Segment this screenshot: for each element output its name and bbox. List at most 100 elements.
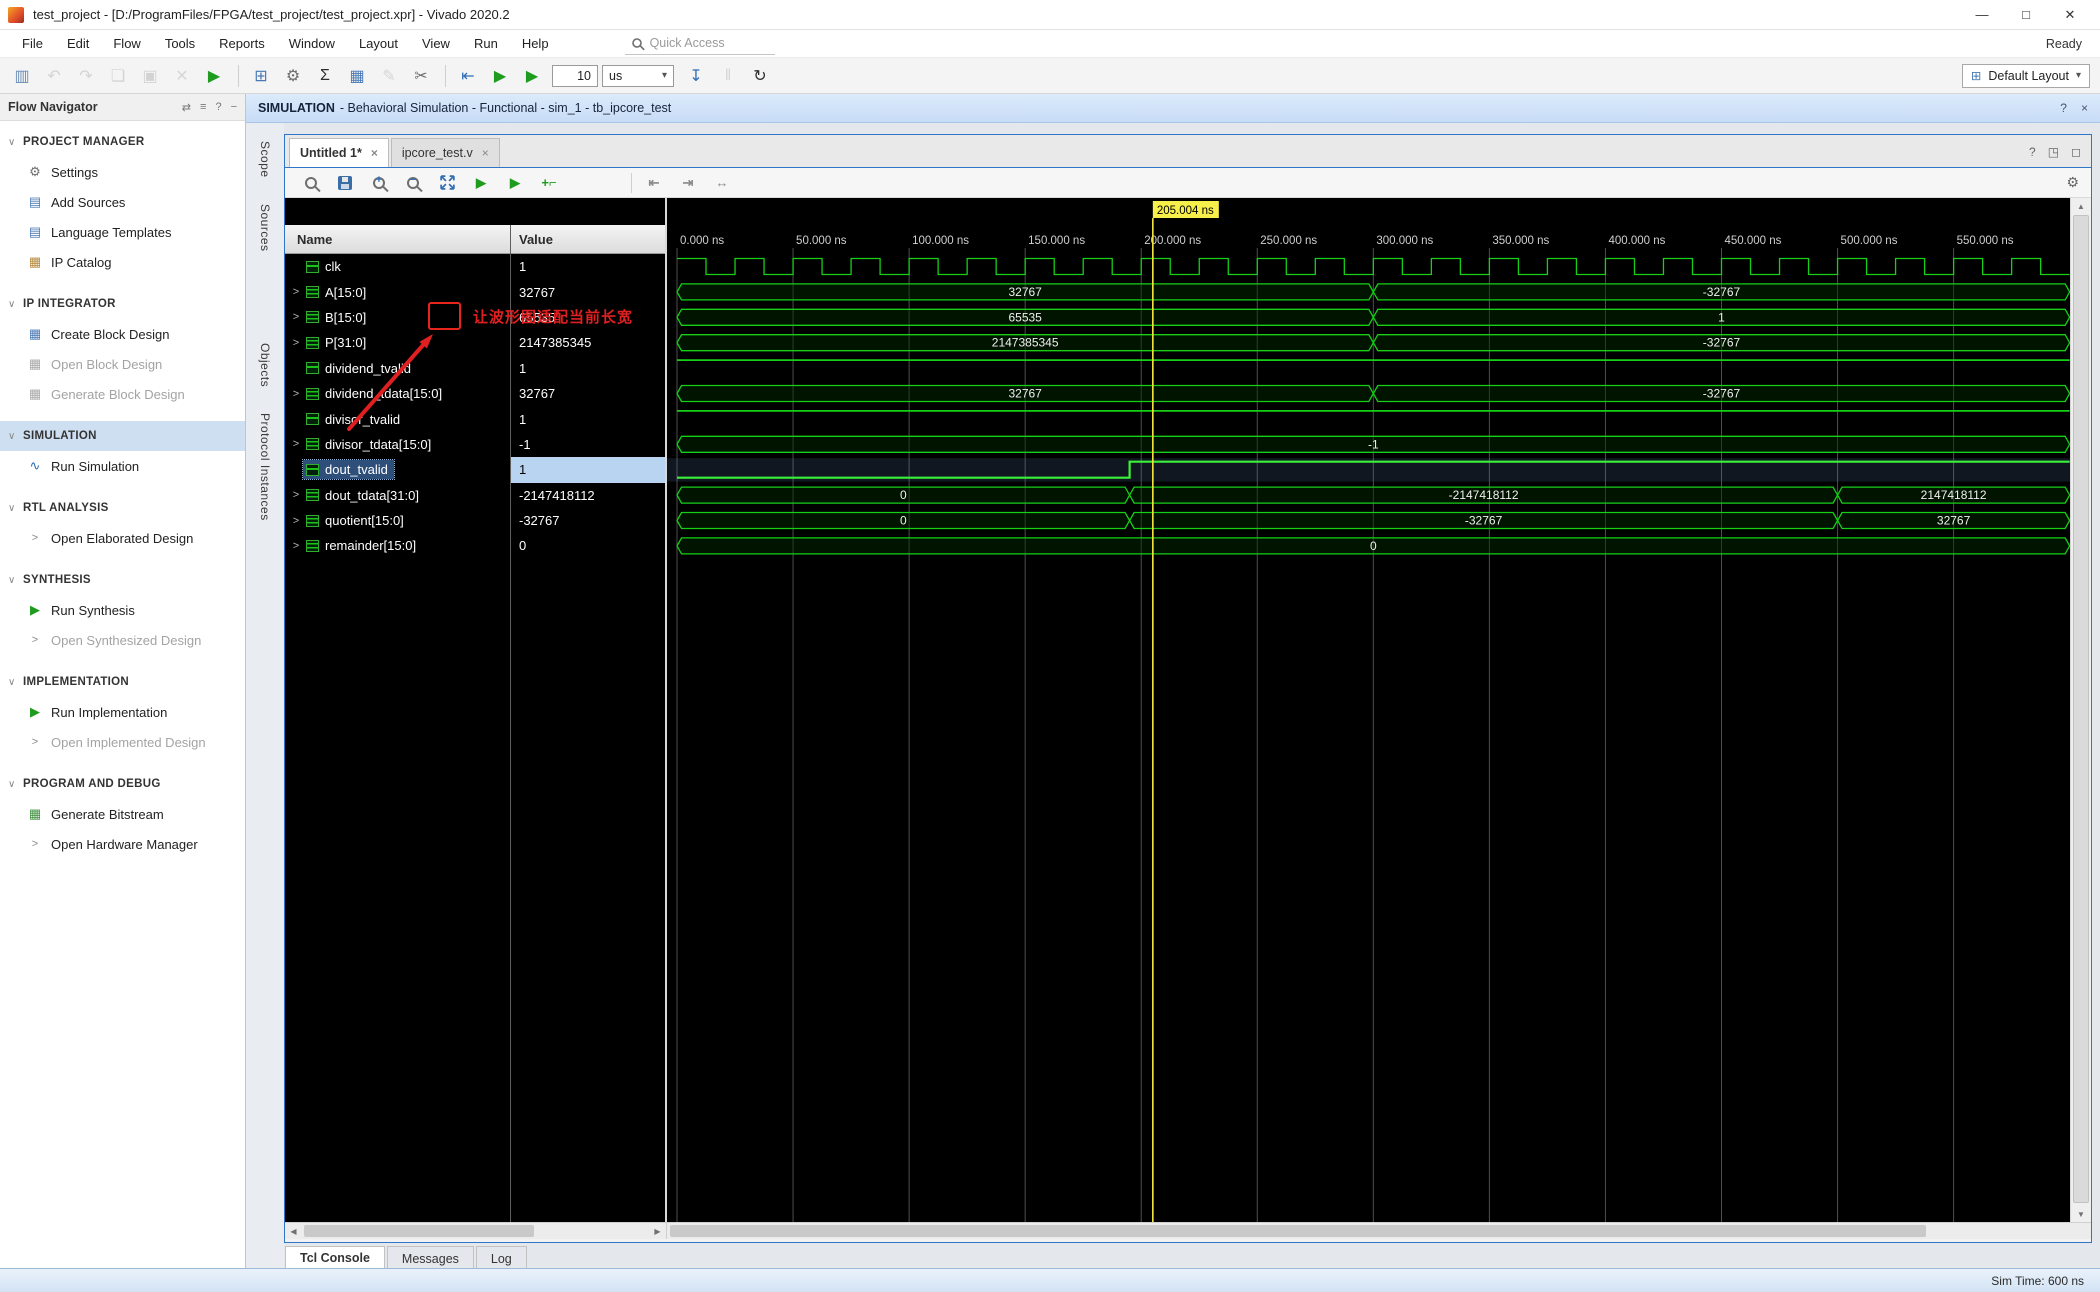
menu-tools[interactable]: Tools: [153, 32, 207, 55]
time-unit-select[interactable]: us ▾: [602, 64, 674, 87]
scroll-right-icon[interactable]: ▶: [649, 1223, 666, 1239]
menu-run[interactable]: Run: [462, 32, 510, 55]
name-hscroll-thumb[interactable]: [304, 1225, 534, 1237]
float-window-icon[interactable]: ◳: [2048, 145, 2059, 159]
name-value-divider[interactable]: [510, 225, 511, 1222]
menu-help[interactable]: Help: [510, 32, 561, 55]
dashboard-icon[interactable]: ⊞: [249, 64, 273, 88]
expand-icon[interactable]: >: [289, 337, 303, 349]
side-tab-scope[interactable]: Scope: [258, 141, 272, 178]
expand-icon[interactable]: >: [289, 388, 303, 400]
relaunch-sim-icon[interactable]: ↻: [748, 64, 772, 88]
signal-value[interactable]: 1: [511, 457, 667, 483]
scroll-left-icon[interactable]: ◀: [285, 1223, 302, 1239]
run-for-time-icon[interactable]: ▶: [520, 64, 544, 88]
menu-file[interactable]: File: [10, 32, 55, 55]
expand-icon[interactable]: >: [289, 540, 303, 552]
side-tab-protocol-instances[interactable]: Protocol Instances: [258, 413, 272, 521]
flow-item-open-hardware-manager[interactable]: > Open Hardware Manager: [0, 829, 245, 859]
scroll-up-icon[interactable]: ▲: [2071, 198, 2091, 214]
signal-value[interactable]: 2147385345: [511, 330, 667, 355]
restart-sim-icon[interactable]: ⇤: [456, 64, 480, 88]
open-project-icon[interactable]: ▥: [10, 64, 34, 88]
flow-item-generate-block-design[interactable]: ▦ Generate Block Design: [0, 379, 245, 409]
flow-section-ip-integrator[interactable]: ∨ IP INTEGRATOR: [0, 289, 245, 319]
menu-flow[interactable]: Flow: [101, 32, 152, 55]
signal-value[interactable]: 32767: [511, 381, 667, 406]
name-column-header[interactable]: Name: [285, 225, 511, 253]
zoom-to-cursor-icon[interactable]: ▶: [469, 171, 493, 195]
save-waveform-icon[interactable]: [333, 171, 357, 195]
signal-name-cell[interactable]: > A[15:0]: [285, 279, 511, 304]
next-transition-icon[interactable]: ▶: [503, 171, 527, 195]
flow-item-ip-catalog[interactable]: ▦ IP Catalog: [0, 247, 245, 277]
zoom-out-icon[interactable]: −: [401, 171, 425, 195]
signal-value[interactable]: -1: [511, 432, 667, 457]
quick-access-search[interactable]: Quick Access: [624, 33, 775, 55]
flow-item-generate-bitstream[interactable]: ▦ Generate Bitstream: [0, 799, 245, 829]
close-icon[interactable]: ×: [2081, 101, 2088, 115]
side-tab-objects[interactable]: Objects: [258, 343, 272, 387]
vertical-scrollbar[interactable]: ▲ ▼: [2070, 198, 2091, 1222]
menu-layout[interactable]: Layout: [347, 32, 410, 55]
vertical-scroll-thumb[interactable]: [2073, 215, 2089, 1203]
run-all-icon[interactable]: ▶: [488, 64, 512, 88]
name-panel-hscrollbar[interactable]: ◀ ▶: [285, 1223, 667, 1239]
maximize-panel-icon[interactable]: ◻: [2071, 145, 2081, 159]
menu-view[interactable]: View: [410, 32, 462, 55]
run-time-input[interactable]: 10: [552, 64, 598, 87]
signal-value[interactable]: -32767: [511, 508, 667, 533]
zoom-fit-icon[interactable]: [435, 171, 459, 195]
probe-icon[interactable]: ✂: [409, 64, 433, 88]
menu-edit[interactable]: Edit: [55, 32, 101, 55]
go-to-last-time-icon[interactable]: ⇥: [676, 171, 700, 195]
flow-item-language-templates[interactable]: ▤ Language Templates: [0, 217, 245, 247]
minimize-button[interactable]: —: [1960, 1, 2004, 29]
layout-grid-icon[interactable]: ▦: [345, 64, 369, 88]
flow-section-project-manager[interactable]: ∨ PROJECT MANAGER: [0, 127, 245, 157]
flow-item-open-block-design[interactable]: ▦ Open Block Design: [0, 349, 245, 379]
flow-item-run-simulation[interactable]: ∿ Run Simulation: [0, 451, 245, 481]
signal-value[interactable]: -2147418112: [511, 483, 667, 508]
expand-icon[interactable]: >: [289, 489, 303, 501]
signal-value[interactable]: 1: [511, 406, 667, 431]
signal-value[interactable]: 32767: [511, 279, 667, 304]
signal-value[interactable]: 1: [511, 254, 667, 279]
flow-item-settings[interactable]: ⚙ Settings: [0, 157, 245, 187]
close-button[interactable]: ✕: [2048, 1, 2092, 29]
add-marker-icon[interactable]: +⌐: [537, 171, 561, 195]
settings-icon[interactable]: ⚙: [281, 64, 305, 88]
flow-section-synthesis[interactable]: ∨ SYNTHESIS: [0, 565, 245, 595]
menu-reports[interactable]: Reports: [207, 32, 277, 55]
signal-value[interactable]: 0: [511, 533, 667, 558]
flow-item-add-sources[interactable]: ▤ Add Sources: [0, 187, 245, 217]
wave-settings-gear-icon[interactable]: ⚙: [2066, 174, 2079, 191]
search-icon[interactable]: [299, 171, 323, 195]
layout-selector[interactable]: ⊞ Default Layout ▾: [1961, 63, 2090, 88]
close-tab-icon[interactable]: ×: [482, 146, 489, 160]
expand-icon[interactable]: >: [289, 286, 303, 298]
flow-section-rtl-analysis[interactable]: ∨ RTL ANALYSIS: [0, 493, 245, 523]
run-icon[interactable]: ▶: [202, 64, 226, 88]
flow-navigator-header-icon-3[interactable]: −: [231, 101, 237, 114]
flow-navigator-header-icon-0[interactable]: ⇄: [182, 101, 191, 114]
flow-item-open-implemented-design[interactable]: > Open Implemented Design: [0, 727, 245, 757]
flow-item-open-synthesized-design[interactable]: > Open Synthesized Design: [0, 625, 245, 655]
flow-section-simulation[interactable]: ∨ SIMULATION: [0, 421, 245, 451]
report-icon[interactable]: Σ: [313, 64, 337, 88]
wave-hscroll-thumb[interactable]: [670, 1225, 1926, 1237]
swap-cursors-icon[interactable]: ↔: [710, 171, 734, 195]
expand-icon[interactable]: >: [289, 438, 303, 450]
expand-icon[interactable]: >: [289, 515, 303, 527]
flow-item-run-synthesis[interactable]: ▶ Run Synthesis: [0, 595, 245, 625]
zoom-in-icon[interactable]: +: [367, 171, 391, 195]
close-tab-icon[interactable]: ×: [371, 146, 378, 160]
go-to-time-zero-icon[interactable]: ⇤: [642, 171, 666, 195]
expand-icon[interactable]: >: [289, 311, 303, 323]
flow-item-open-elaborated-design[interactable]: > Open Elaborated Design: [0, 523, 245, 553]
step-icon[interactable]: ↧: [684, 64, 708, 88]
flow-navigator-header-icon-2[interactable]: ?: [215, 101, 221, 114]
tab-ipcore-test-v[interactable]: ipcore_test.v ×: [390, 138, 500, 167]
flow-navigator-header-icon-1[interactable]: ≡: [200, 101, 206, 114]
value-wave-splitter[interactable]: [665, 198, 667, 1222]
